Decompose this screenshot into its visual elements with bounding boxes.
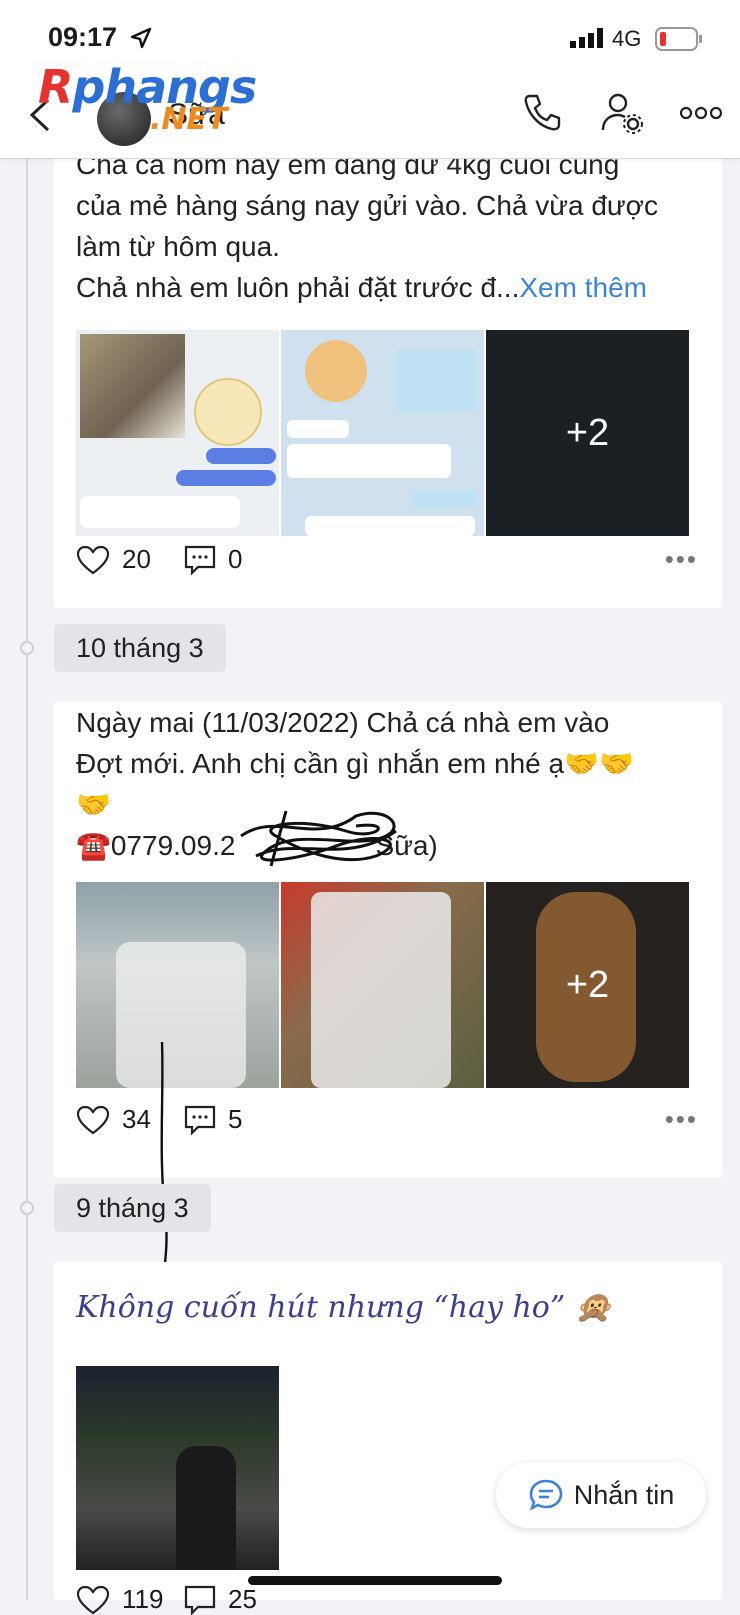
post-image[interactable] <box>76 1366 279 1570</box>
signal-icon <box>570 28 603 48</box>
home-indicator <box>248 1576 502 1585</box>
post-image[interactable] <box>281 882 484 1088</box>
see-more-link[interactable]: Xem thêm <box>519 272 647 303</box>
product-photo <box>80 334 185 438</box>
profile-header: Sữa Rphangs .NET <box>0 60 740 159</box>
comment-count-value: 5 <box>228 1104 243 1134</box>
comment-icon <box>184 1105 216 1135</box>
redaction-scribble <box>240 810 397 867</box>
battery-icon <box>655 27 702 51</box>
post-more-options[interactable]: ••• <box>665 1104 698 1135</box>
chat-bubble <box>206 448 276 464</box>
timeline-line <box>26 158 28 1600</box>
comment-count-value: 0 <box>228 544 243 574</box>
post-title: Không cuốn hút nhưng “hay ho” 🙊 <box>76 1290 613 1325</box>
chat-bubble <box>287 420 349 438</box>
location-arrow-icon <box>130 27 152 49</box>
like-count[interactable]: 20 <box>76 544 151 575</box>
person-silhouette <box>176 1446 236 1570</box>
date-label: 10 tháng 3 <box>54 624 226 672</box>
post-image[interactable]: +2 <box>486 882 689 1088</box>
network-type: 4G <box>612 26 642 51</box>
like-count[interactable]: 34 <box>76 1104 151 1135</box>
watermark-logo-r: R <box>38 60 73 114</box>
timeline-dot <box>20 641 34 655</box>
heart-icon <box>76 545 110 574</box>
more-images-count: +2 <box>486 330 689 536</box>
heart-icon <box>76 1105 110 1134</box>
pen-stroke-mark <box>160 1041 168 1285</box>
post-text-line: của mẻ hàng sáng nay gửi vào. Chả vừa đư… <box>76 190 659 221</box>
more-images-count: +2 <box>486 882 689 1088</box>
brand-logo-sticker <box>194 378 262 446</box>
post-image[interactable]: +2 <box>486 330 689 536</box>
chat-bubble <box>305 516 475 536</box>
post-card[interactable]: Không cuốn hút nhưng “hay ho” 🙊 119 25 <box>54 1262 722 1615</box>
chat-bubble <box>411 490 477 508</box>
chat-bubble-icon <box>529 1479 563 1511</box>
post-text: Chả cá hôm nay em đang dư 4kg cuối cùng c… <box>76 144 658 308</box>
message-button-label: Nhắn tin <box>573 1479 675 1510</box>
post-card[interactable]: Chả cá hôm nay em đang dư 4kg cuối cùng c… <box>54 130 722 608</box>
post-text-line: Chả nhà em luôn phải đặt trước đ...Xem t… <box>76 267 658 308</box>
user-settings-icon[interactable] <box>600 92 644 134</box>
comment-count[interactable]: 5 <box>184 1104 242 1135</box>
chat-bubble <box>80 496 240 528</box>
post-text-line: làm từ hôm qua. <box>76 231 280 262</box>
status-bar: 09:17 4G <box>0 0 740 62</box>
chat-bubble <box>287 444 451 478</box>
product-bag <box>116 942 246 1088</box>
tiger-sticker <box>305 340 367 402</box>
status-time: 09:17 <box>48 22 118 52</box>
timeline-dot <box>20 1201 34 1215</box>
like-count-value: 20 <box>122 544 151 574</box>
post-text-line: Đợt mới. Anh chị cần gì nhắn em nhé ạ🤝🤝 <box>76 748 634 779</box>
post-text-line: Ngày mai (11/03/2022) Chả cá nhà em vào <box>76 707 610 738</box>
more-options-icon[interactable] <box>680 106 722 120</box>
like-count-value: 34 <box>122 1104 151 1134</box>
phone-icon[interactable] <box>522 92 562 132</box>
chat-bubble <box>395 350 477 412</box>
comment-icon <box>184 545 216 575</box>
phone-number-partial: ☎️0779.09.2 <box>76 830 236 861</box>
post-image[interactable] <box>76 330 279 536</box>
comment-count[interactable]: 0 <box>184 544 242 575</box>
product-bag <box>311 892 451 1088</box>
chat-bubble <box>176 470 276 486</box>
watermark-logo-suffix: .NET <box>150 102 228 137</box>
date-label: 9 tháng 3 <box>54 1184 211 1232</box>
post-image[interactable] <box>281 330 484 536</box>
post-text-truncated: Chả nhà em luôn phải đặt trước đ... <box>76 272 520 303</box>
post-more-options[interactable]: ••• <box>665 544 698 575</box>
message-button[interactable]: Nhắn tin <box>496 1462 706 1528</box>
